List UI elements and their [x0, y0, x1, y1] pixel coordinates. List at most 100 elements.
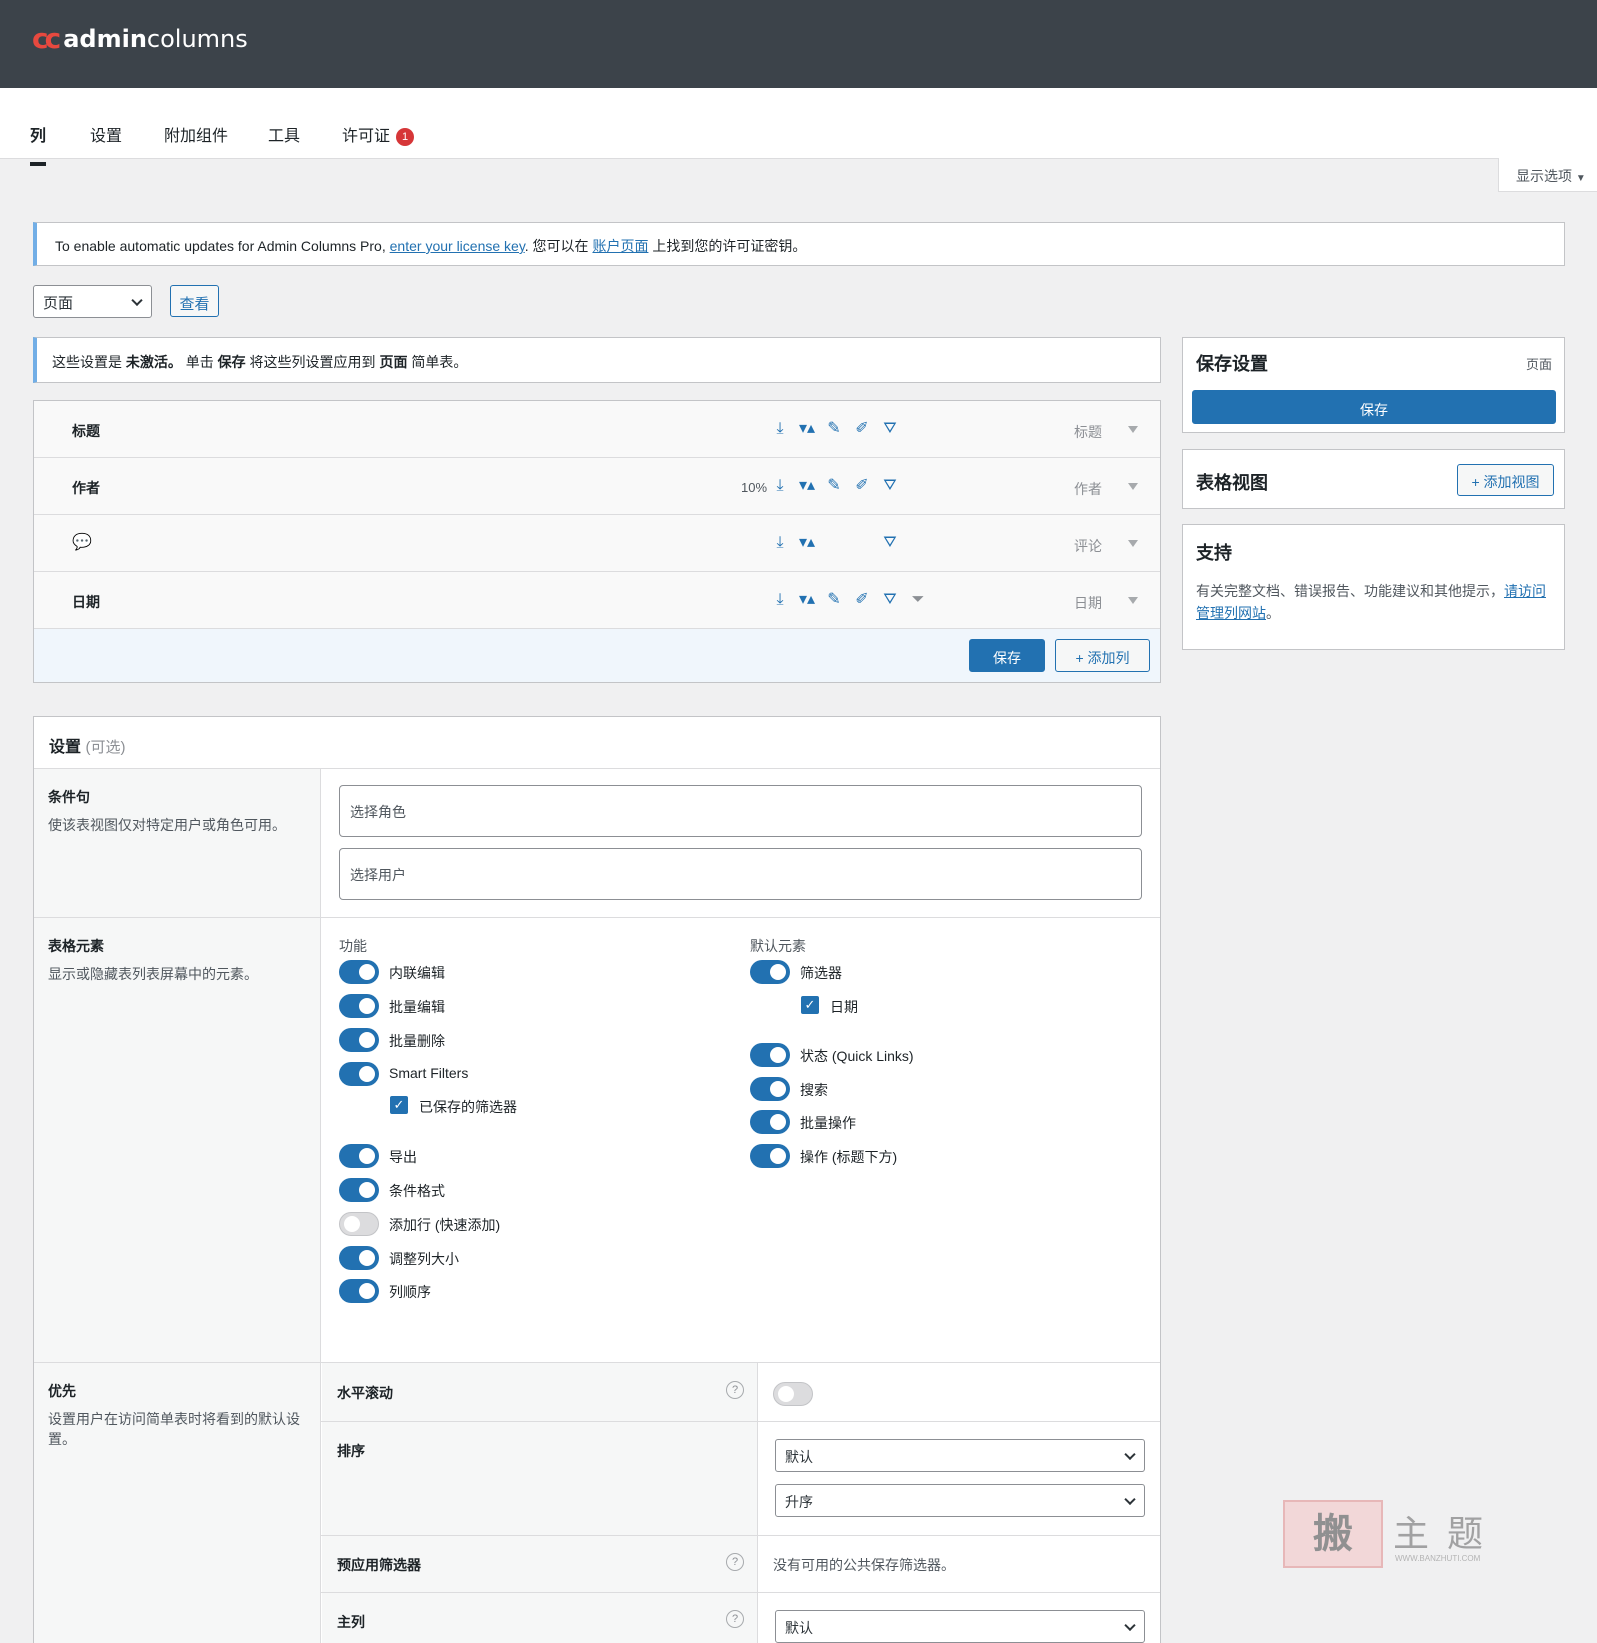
license-notice: To enable automatic updates for Admin Co…	[33, 222, 1565, 266]
smart-filter-icon[interactable]: ⛛	[880, 475, 900, 497]
comment-bubble-icon: 💬	[72, 534, 92, 551]
column-row-title[interactable]: 标题 ⤓ ▾▴ ✎ ✐ ⛛ 标题	[34, 401, 1160, 458]
expand-caret-icon[interactable]	[1128, 426, 1138, 433]
bulk-edit-icon[interactable]: ✐	[852, 589, 872, 611]
help-icon[interactable]: ?	[726, 1553, 744, 1571]
inactive-notice: 这些设置是 未激活。 单击 保存 将这些列设置应用到 页面 简单表。	[33, 337, 1161, 383]
add-column-button[interactable]: + 添加列	[1055, 639, 1150, 672]
export-icon[interactable]: ⤓	[770, 475, 790, 497]
bulk-actions-toggle[interactable]	[750, 1110, 790, 1134]
export-icon[interactable]: ⤓	[770, 532, 790, 554]
edit-icon[interactable]: ✎	[824, 418, 844, 440]
roles-select-input[interactable]: 选择角色	[339, 785, 1142, 837]
save-settings-button[interactable]: 保存	[1192, 390, 1556, 424]
export-icon[interactable]: ⤓	[770, 589, 790, 611]
preferences-label: 优先 设置用户在访问简单表时将看到的默认设置。	[34, 1363, 321, 1643]
features-group-label: 功能	[339, 938, 367, 954]
expand-caret-icon[interactable]	[1128, 597, 1138, 604]
settings-panel: 设置 (可选) 条件句 使该表视图仅对特定用户或角色可用。 选择角色 选择用户 …	[33, 716, 1161, 1643]
order-select[interactable]: 升序	[775, 1484, 1145, 1517]
logo-mark: cc	[32, 22, 61, 55]
horizontal-scroll-toggle[interactable]	[773, 1382, 813, 1406]
tab-license[interactable]: 许可证 1	[342, 122, 415, 162]
column-type: 作者	[1074, 481, 1102, 497]
tab-addons[interactable]: 附加组件	[164, 122, 228, 162]
bulk-edit-toggle[interactable]	[339, 994, 379, 1018]
chevron-down-icon	[131, 294, 143, 306]
toggle-label: 筛选器	[800, 965, 842, 981]
enter-license-link[interactable]: enter your license key	[390, 238, 525, 254]
toggle-label: 条件格式	[389, 1183, 445, 1199]
toggle-label: 内联编辑	[389, 965, 445, 981]
column-row-comments[interactable]: 💬 ⤓ ▾▴ ⛛ 评论	[34, 515, 1160, 572]
toggle-label: 批量操作	[800, 1115, 856, 1131]
bulk-edit-icon[interactable]: ✐	[852, 418, 872, 440]
primary-column-select[interactable]: 默认	[775, 1610, 1145, 1643]
screen-options-button[interactable]: 显示选项 ▼	[1498, 158, 1597, 192]
primary-column-label: 主列	[337, 1614, 365, 1630]
tab-columns[interactable]: 列	[30, 122, 47, 166]
smart-filter-icon[interactable]: ⛛	[880, 532, 900, 554]
add-view-button[interactable]: + 添加视图	[1457, 464, 1554, 496]
quick-links-toggle[interactable]	[750, 1043, 790, 1067]
column-row-date[interactable]: 日期 ⤓ ▾▴ ✎ ✐ ⛛ ⏷ 日期	[34, 572, 1160, 629]
bulk-edit-icon[interactable]: ✐	[852, 475, 872, 497]
conditional-format-toggle[interactable]	[339, 1178, 379, 1202]
row-actions-toggle[interactable]	[750, 1144, 790, 1168]
save-settings-title: 保存设置	[1196, 354, 1268, 374]
search-toggle[interactable]	[750, 1077, 790, 1101]
toggle-label: 批量删除	[389, 1033, 445, 1049]
admin-columns-logo[interactable]: cc admincolumns	[32, 22, 248, 55]
help-icon[interactable]: ?	[726, 1610, 744, 1628]
column-row-author[interactable]: 作者 10% ⤓ ▾▴ ✎ ✐ ⛛ 作者	[34, 458, 1160, 515]
toggle-label: 批量编辑	[389, 999, 445, 1015]
column-order-toggle[interactable]	[339, 1279, 379, 1303]
sort-icon[interactable]: ▾▴	[797, 589, 817, 611]
list-screen-select[interactable]: 页面	[33, 285, 152, 318]
filter-icon[interactable]: ⏷	[908, 589, 928, 611]
users-select-input[interactable]: 选择用户	[339, 848, 1142, 900]
resize-columns-toggle[interactable]	[339, 1246, 379, 1270]
inline-edit-toggle[interactable]	[339, 960, 379, 984]
table-views-box: 表格视图 + 添加视图	[1182, 449, 1565, 509]
expand-caret-icon[interactable]	[1128, 483, 1138, 490]
license-badge: 1	[396, 128, 415, 146]
edit-icon[interactable]: ✎	[824, 475, 844, 497]
filters-toggle[interactable]	[750, 960, 790, 984]
quick-add-toggle[interactable]	[339, 1212, 379, 1236]
toggle-label: 搜索	[800, 1082, 828, 1098]
bulk-delete-toggle[interactable]	[339, 1028, 379, 1052]
view-button[interactable]: 查看	[170, 285, 219, 317]
table-elements-label: 表格元素 显示或隐藏表列表屏幕中的元素。	[34, 918, 321, 1363]
tab-tools[interactable]: 工具	[268, 122, 300, 162]
sort-icon[interactable]: ▾▴	[797, 475, 817, 497]
export-toggle[interactable]	[339, 1144, 379, 1168]
chevron-down-icon	[1124, 1448, 1136, 1460]
preapply-filter-label: 预应用筛选器	[337, 1557, 421, 1573]
date-filter-checkbox[interactable]: ✓	[801, 996, 819, 1014]
column-type: 标题	[1074, 424, 1102, 440]
save-columns-button[interactable]: 保存	[969, 639, 1045, 672]
smart-filter-icon[interactable]: ⛛	[880, 418, 900, 440]
toggle-label: 操作 (标题下方)	[800, 1149, 898, 1165]
saved-filters-checkbox[interactable]: ✓	[390, 1096, 408, 1114]
save-settings-box: 保存设置 页面 保存	[1182, 337, 1565, 433]
tab-settings[interactable]: 设置	[90, 122, 122, 162]
export-icon[interactable]: ⤓	[770, 418, 790, 440]
smart-filters-toggle[interactable]	[339, 1062, 379, 1086]
account-page-link[interactable]: 账户页面	[592, 238, 648, 254]
sort-icon[interactable]: ▾▴	[797, 532, 817, 554]
sorting-select[interactable]: 默认	[775, 1439, 1145, 1472]
checkbox-label: 日期	[830, 999, 858, 1015]
smart-filter-icon[interactable]: ⛛	[880, 589, 900, 611]
help-icon[interactable]: ?	[726, 1381, 744, 1399]
sort-icon[interactable]: ▾▴	[797, 418, 817, 440]
column-label: 标题	[72, 423, 100, 439]
caret-down-icon: ▼	[1575, 173, 1586, 184]
column-label: 作者	[72, 480, 100, 496]
column-type: 日期	[1074, 595, 1102, 611]
horizontal-scroll-label: 水平滚动	[337, 1385, 393, 1401]
no-filters-text: 没有可用的公共保存筛选器。	[773, 1557, 955, 1573]
edit-icon[interactable]: ✎	[824, 589, 844, 611]
expand-caret-icon[interactable]	[1128, 540, 1138, 547]
